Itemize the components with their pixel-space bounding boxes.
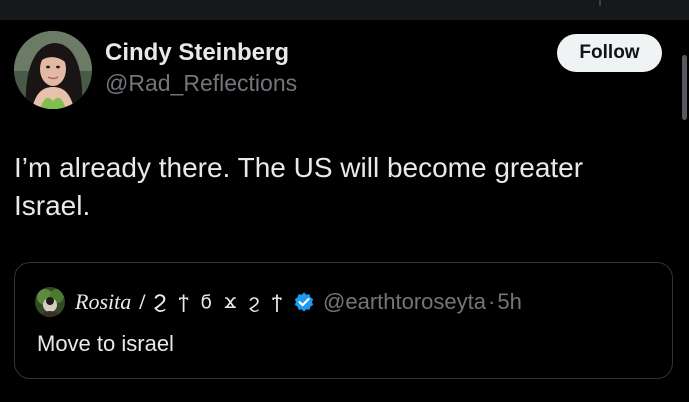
tweet: Cindy Steinberg @Rad_Reflections Follow … [0, 20, 689, 402]
author-display-name[interactable]: Cindy Steinberg [105, 38, 297, 68]
quoted-tweet-card[interactable]: Rosita / Ϩ ϯ ϭ ϫ ϩ ϯ @earthtoroseyta · 5… [14, 262, 673, 379]
verified-badge-icon [294, 292, 314, 312]
author-avatar[interactable] [14, 31, 92, 109]
quoted-profile-photo-icon [35, 287, 65, 317]
quoted-dot-separator: · [488, 289, 496, 314]
top-bar-strip [0, 0, 689, 20]
scrollbar-thumb[interactable] [682, 55, 687, 120]
quoted-display-name[interactable]: Rosita [75, 289, 131, 315]
tweet-text: I’m already there. The US will become gr… [14, 152, 584, 221]
quoted-handle[interactable]: @earthtoroseyta [323, 289, 486, 315]
quoted-header: Rosita / Ϩ ϯ ϭ ϫ ϩ ϯ @earthtoroseyta · 5… [75, 285, 522, 319]
quoted-text: Move to israel [37, 331, 174, 356]
quoted-name-glyphs: Ϩ ϯ ϭ ϫ ϩ ϯ [153, 291, 286, 313]
quoted-timestamp[interactable]: 5h [497, 289, 521, 315]
top-bar-caret [599, 0, 601, 6]
author-handle[interactable]: @Rad_Reflections [105, 68, 297, 98]
quoted-author-avatar[interactable] [35, 287, 65, 317]
quoted-name-separator: / [139, 289, 146, 314]
profile-photo-icon [14, 31, 92, 109]
author-block: Cindy Steinberg @Rad_Reflections [105, 38, 297, 98]
follow-button[interactable]: Follow [557, 34, 662, 72]
